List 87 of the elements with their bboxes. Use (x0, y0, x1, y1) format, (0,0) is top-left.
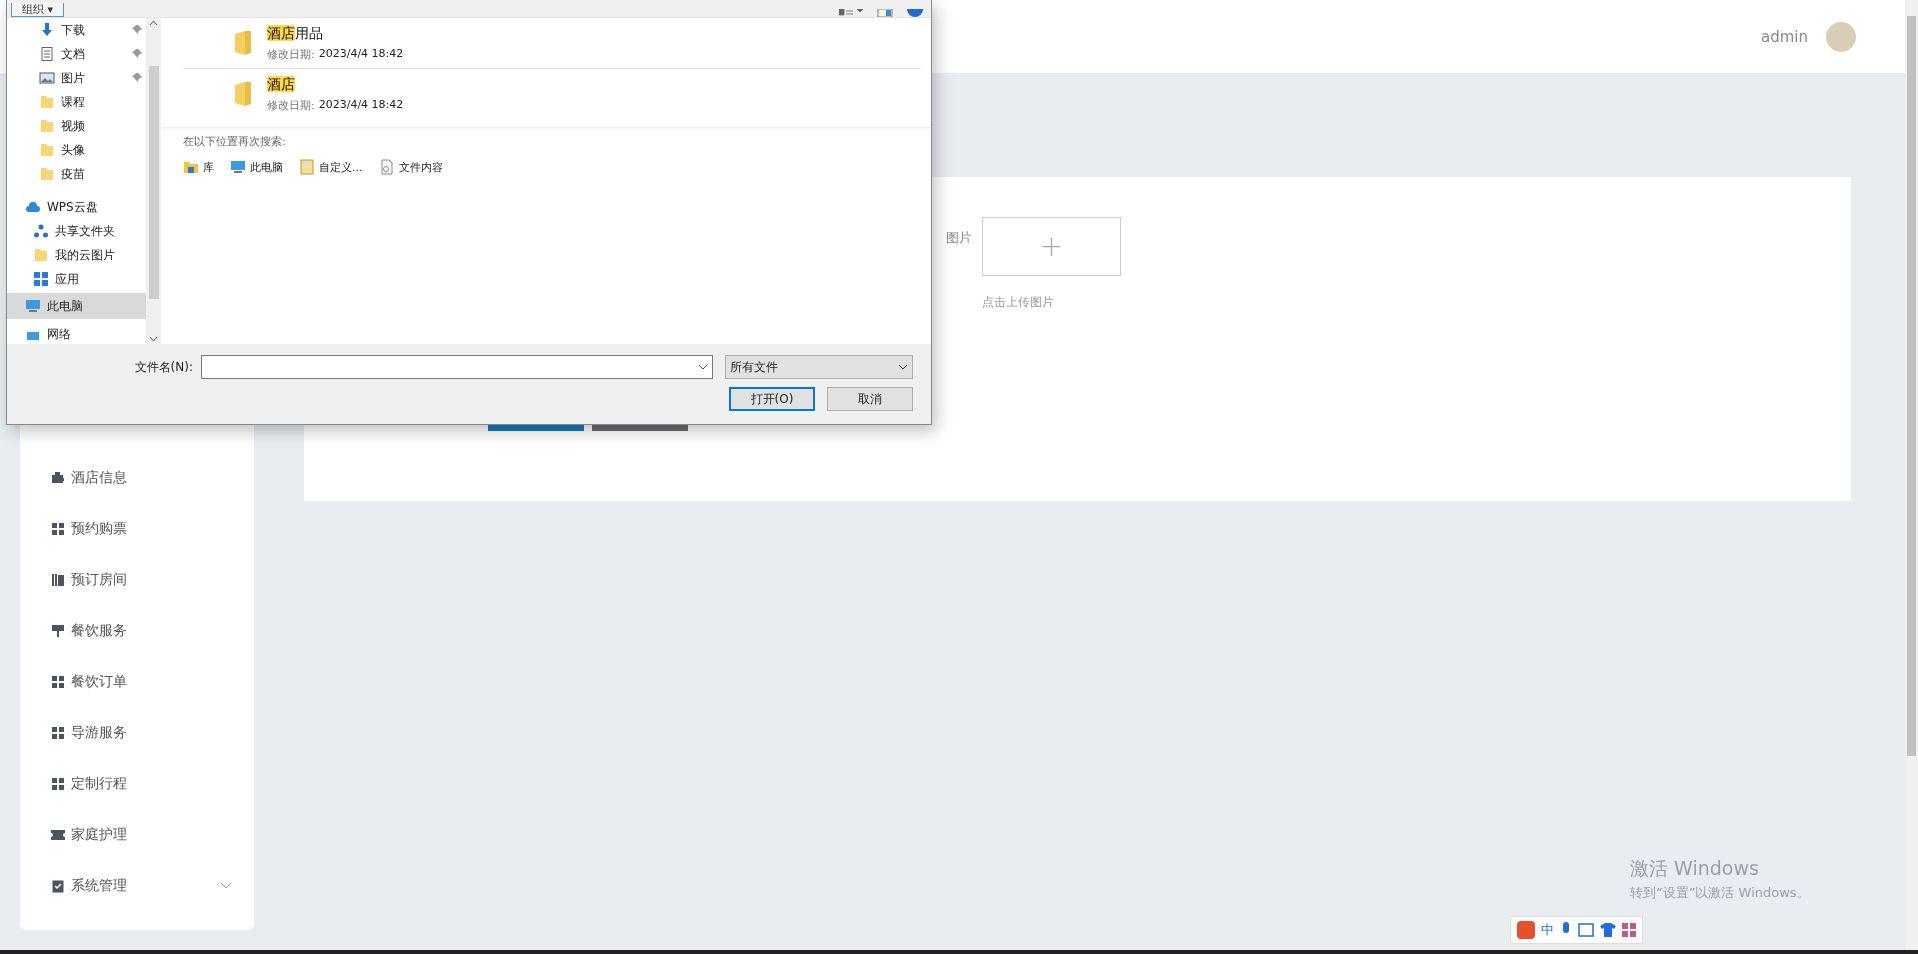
nav-item[interactable]: 视频 (7, 114, 146, 138)
computer-icon (25, 298, 41, 314)
date-label: 修改日期: (267, 97, 315, 113)
wallet-icon (51, 470, 65, 485)
nav-item[interactable]: 图片 (7, 66, 146, 90)
search-location-link[interactable]: 库 (183, 159, 214, 175)
help-icon[interactable] (907, 9, 923, 17)
ime-logo-icon[interactable] (1517, 921, 1535, 939)
folder-icon (39, 118, 55, 134)
activation-title: 激活 Windows (1630, 856, 1760, 881)
library-icon (183, 159, 199, 175)
search-location-link[interactable]: 自定义... (299, 159, 363, 175)
date-label: 修改日期: (267, 46, 315, 62)
nav-item[interactable]: 下载 (7, 18, 146, 42)
apps-icon (33, 271, 49, 287)
folder-icon (39, 94, 55, 110)
field-label: 图片 (946, 229, 972, 247)
nav-item[interactable]: 课程 (7, 90, 146, 114)
nav-item[interactable]: 网络 (7, 321, 146, 344)
ticket-icon (51, 827, 65, 842)
brush-icon (51, 623, 65, 638)
sidebar-item[interactable]: 预约购票 (20, 503, 254, 554)
folder-icon (33, 247, 49, 263)
sidebar-item[interactable]: 家庭护理 (20, 809, 254, 860)
nav-item[interactable]: 文档 (7, 42, 146, 66)
folder-icon (233, 81, 253, 107)
modified-date: 2023/4/4 18:42 (318, 97, 404, 113)
sidebar-item[interactable]: 酒店信息 (20, 452, 254, 503)
filename-field[interactable] (201, 355, 713, 379)
page-scrollbar[interactable] (1905, 0, 1918, 950)
folder-icon (233, 30, 253, 56)
download-icon (39, 22, 55, 38)
ime-mode[interactable]: 中 (1541, 921, 1554, 939)
sidebar-item[interactable]: 餐饮服务 (20, 605, 254, 656)
shirt-icon[interactable] (1600, 923, 1616, 937)
dropdown-icon (898, 364, 908, 370)
search-location-link[interactable]: 文件内容 (378, 159, 443, 175)
scroll-down-icon[interactable] (149, 336, 158, 342)
apps-icon[interactable] (1622, 923, 1636, 937)
nav-item[interactable]: 头像 (7, 138, 146, 162)
nav-item[interactable]: 共享文件夹 (7, 219, 146, 243)
cloud-icon (25, 199, 41, 215)
sidebar-item[interactable]: 预订房间 (20, 554, 254, 605)
nav-item[interactable]: 疫苗 (7, 162, 146, 186)
file-name: 酒店 (267, 75, 296, 94)
search-again-title: 在以下位置再次搜索: (183, 134, 287, 149)
search-location-link[interactable]: 此电脑 (230, 159, 283, 175)
cancel-button[interactable]: 取消 (827, 387, 913, 411)
organize-button[interactable]: 组织 ▾ (11, 3, 65, 17)
scroll-up-icon[interactable] (149, 20, 158, 26)
books-icon (51, 572, 65, 587)
computer-icon (230, 159, 246, 175)
nav-item[interactable]: 此电脑 (7, 293, 146, 319)
sidebar-item[interactable]: 餐饮订单 (20, 656, 254, 707)
view-icon[interactable] (839, 9, 863, 17)
clipboard-icon (51, 878, 65, 893)
file-type-select[interactable]: 所有文件 (725, 355, 913, 379)
sidebar-item[interactable]: 定制行程 (20, 758, 254, 809)
dropdown-icon (698, 364, 708, 370)
filename-label: 文件名(N): (134, 358, 193, 376)
nav-item[interactable]: 我的云图片 (7, 243, 146, 267)
file-name: 酒店用品 (267, 24, 324, 43)
folder-icon (39, 142, 55, 158)
share-icon (33, 223, 49, 239)
grid-icon (51, 521, 65, 536)
activation-message: 转到“设置”以激活 Windows。 (1630, 884, 1810, 902)
document-icon (39, 46, 55, 62)
keyboard-icon[interactable] (1578, 923, 1594, 937)
nav-item[interactable]: WPS云盘 (7, 195, 146, 219)
modified-date: 2023/4/4 18:42 (318, 46, 404, 62)
grid-icon (51, 674, 65, 689)
preview-pane-icon[interactable] (877, 9, 893, 17)
folder-search-icon (299, 159, 315, 175)
file-item[interactable]: 酒店 修改日期: 2023/4/4 18:42 (183, 69, 921, 119)
sidebar-item[interactable]: 导游服务 (20, 707, 254, 758)
scrollbar[interactable] (146, 18, 161, 344)
document-search-icon (378, 159, 395, 175)
file-item[interactable]: 酒店用品 修改日期: 2023/4/4 18:42 (183, 18, 921, 69)
upload-hint: 点击上传图片 (982, 294, 1055, 311)
username: admin (1761, 27, 1808, 46)
grid-icon (51, 725, 65, 740)
folder-icon (39, 166, 55, 182)
open-button[interactable]: 打开(O) (729, 387, 815, 411)
nav-item[interactable]: 应用 (7, 267, 146, 291)
picture-icon (39, 70, 55, 86)
grid-icon (51, 776, 65, 791)
sidebar-item[interactable]: 系统管理 (20, 860, 254, 911)
